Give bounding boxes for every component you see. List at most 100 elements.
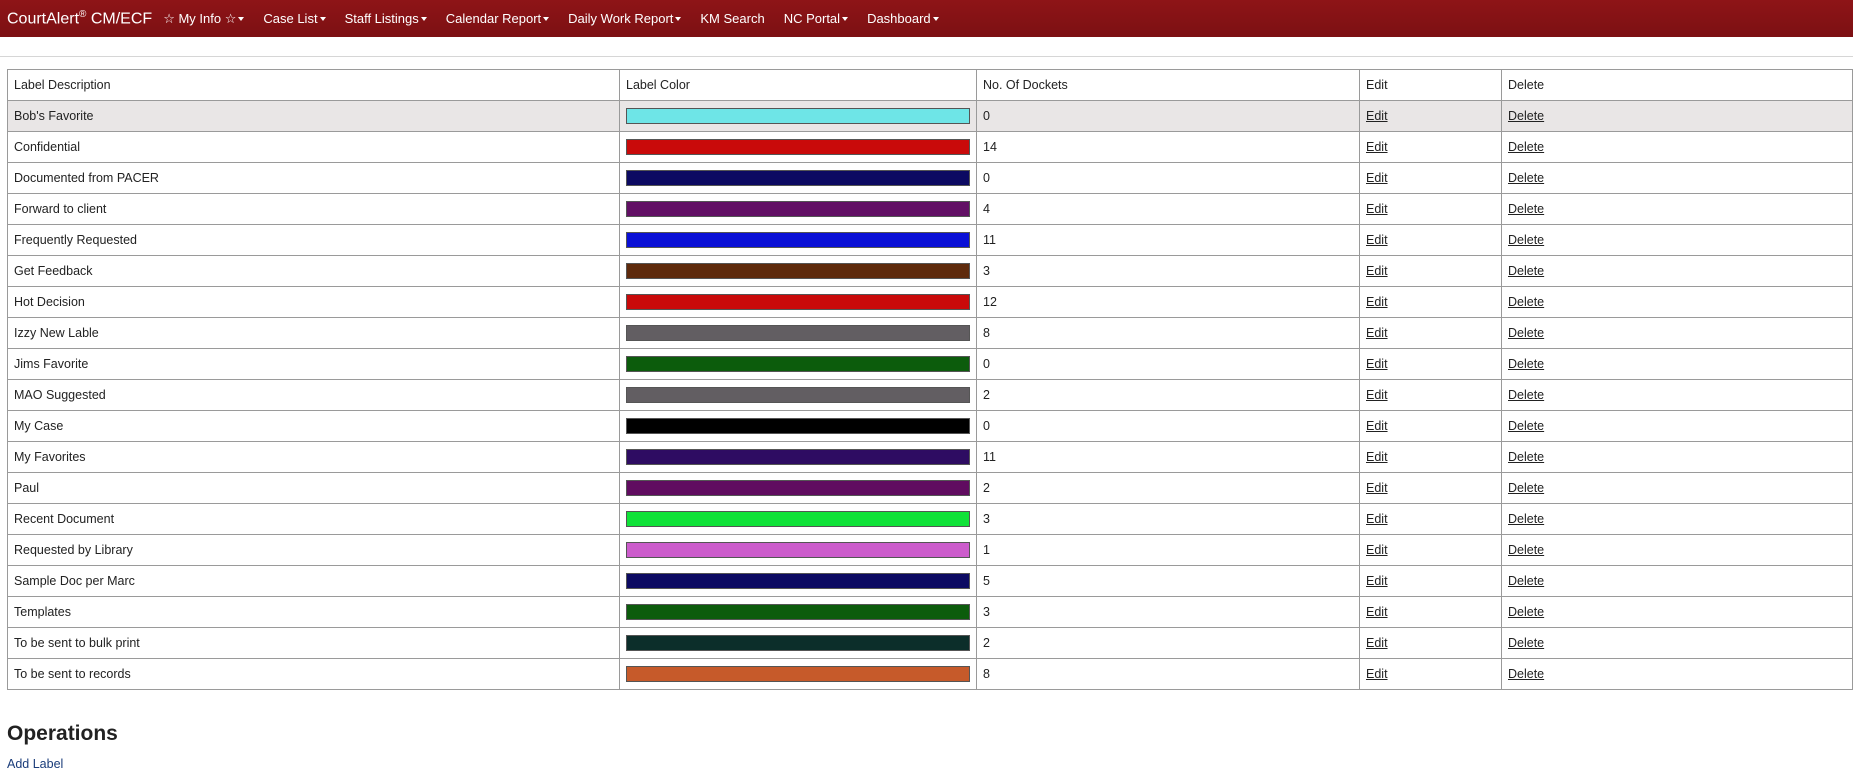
delete-link[interactable]: Delete [1508,388,1544,402]
table-row: Izzy New Lable 8 Edit Delete [7,317,1853,349]
edit-cell: Edit [1359,317,1502,349]
label-description-cell: Recent Document [7,503,620,535]
label-description-cell: Bob's Favorite [7,100,620,132]
color-swatch [626,108,970,124]
edit-link[interactable]: Edit [1366,140,1388,154]
nav-item-label: Case List [263,11,318,26]
label-description-cell: Hot Decision [7,286,620,318]
label-description-cell: Izzy New Lable [7,317,620,349]
delete-cell: Delete [1501,193,1853,225]
delete-cell: Delete [1501,410,1853,442]
delete-link[interactable]: Delete [1508,233,1544,247]
labels-table: Label Description Label Color No. Of Doc… [7,69,1853,690]
delete-link[interactable]: Delete [1508,574,1544,588]
nav-item-dashboard[interactable]: Dashboard [867,11,939,26]
label-color-cell [619,441,977,473]
dockets-count-cell: 2 [976,379,1360,411]
dockets-count-cell: 3 [976,255,1360,287]
delete-link[interactable]: Delete [1508,543,1544,557]
label-description-cell: Frequently Requested [7,224,620,256]
label-color-cell [619,286,977,318]
edit-link[interactable]: Edit [1366,233,1388,247]
label-color-cell [619,317,977,349]
edit-link[interactable]: Edit [1366,388,1388,402]
delete-cell: Delete [1501,100,1853,132]
caret-down-icon [543,17,550,21]
edit-link[interactable]: Edit [1366,512,1388,526]
edit-link[interactable]: Edit [1366,574,1388,588]
table-row: Forward to client 4 Edit Delete [7,193,1853,225]
delete-link[interactable]: Delete [1508,636,1544,650]
label-color-cell [619,162,977,194]
edit-cell: Edit [1359,255,1502,287]
color-swatch [626,542,970,558]
table-row: Jims Favorite 0 Edit Delete [7,348,1853,380]
edit-link[interactable]: Edit [1366,636,1388,650]
delete-link[interactable]: Delete [1508,140,1544,154]
table-row: Frequently Requested 11 Edit Delete [7,224,1853,256]
caret-down-icon [842,17,849,21]
dockets-count-cell: 11 [976,441,1360,473]
delete-link[interactable]: Delete [1508,295,1544,309]
label-color-cell [619,100,977,132]
edit-link[interactable]: Edit [1366,357,1388,371]
edit-link[interactable]: Edit [1366,295,1388,309]
table-row: Requested by Library 1 Edit Delete [7,534,1853,566]
nav-item-case-list[interactable]: Case List [263,11,326,26]
edit-link[interactable]: Edit [1366,109,1388,123]
dockets-count-cell: 2 [976,627,1360,659]
edit-link[interactable]: Edit [1366,202,1388,216]
delete-link[interactable]: Delete [1508,171,1544,185]
delete-cell: Delete [1501,534,1853,566]
delete-link[interactable]: Delete [1508,109,1544,123]
label-description-cell: To be sent to bulk print [7,627,620,659]
brand-logo[interactable]: CourtAlert® CM/ECF [7,9,152,28]
edit-link[interactable]: Edit [1366,667,1388,681]
nav-item-label: ☆ My Info ☆ [163,10,237,26]
nav-item-km-search[interactable]: KM Search [700,11,764,26]
edit-cell: Edit [1359,596,1502,628]
nav-item-calendar-report[interactable]: Calendar Report [446,11,550,26]
nav-item-label: NC Portal [783,11,841,26]
table-row: To be sent to records 8 Edit Delete [7,658,1853,690]
edit-link[interactable]: Edit [1366,450,1388,464]
edit-cell: Edit [1359,441,1502,473]
table-row: Paul 2 Edit Delete [7,472,1853,504]
operations-heading: Operations [7,722,118,745]
nav-item-nc-portal[interactable]: NC Portal [783,11,849,26]
table-row: To be sent to bulk print 2 Edit Delete [7,627,1853,659]
label-color-cell [619,658,977,690]
color-swatch [626,232,970,248]
dockets-count-cell: 0 [976,348,1360,380]
nav-item-my-info[interactable]: ☆ My Info ☆ [163,10,245,27]
edit-link[interactable]: Edit [1366,419,1388,433]
edit-link[interactable]: Edit [1366,481,1388,495]
dockets-count-cell: 0 [976,100,1360,132]
caret-down-icon [420,17,427,21]
nav-item-staff-listings[interactable]: Staff Listings [345,11,427,26]
label-color-cell [619,131,977,163]
delete-link[interactable]: Delete [1508,326,1544,340]
delete-cell: Delete [1501,441,1853,473]
edit-cell: Edit [1359,534,1502,566]
delete-cell: Delete [1501,472,1853,504]
delete-link[interactable]: Delete [1508,481,1544,495]
edit-link[interactable]: Edit [1366,605,1388,619]
delete-link[interactable]: Delete [1508,667,1544,681]
delete-link[interactable]: Delete [1508,357,1544,371]
delete-link[interactable]: Delete [1508,264,1544,278]
edit-link[interactable]: Edit [1366,171,1388,185]
table-row: Sample Doc per Marc 5 Edit Delete [7,565,1853,597]
nav-item-daily-work-report[interactable]: Daily Work Report [568,11,682,26]
add-label-link[interactable]: Add Label [7,757,63,771]
edit-link[interactable]: Edit [1366,264,1388,278]
delete-link[interactable]: Delete [1508,512,1544,526]
header-label-description: Label Description [7,69,620,101]
delete-link[interactable]: Delete [1508,605,1544,619]
label-description-cell: To be sent to records [7,658,620,690]
delete-link[interactable]: Delete [1508,202,1544,216]
delete-link[interactable]: Delete [1508,419,1544,433]
edit-link[interactable]: Edit [1366,326,1388,340]
delete-link[interactable]: Delete [1508,450,1544,464]
edit-link[interactable]: Edit [1366,543,1388,557]
